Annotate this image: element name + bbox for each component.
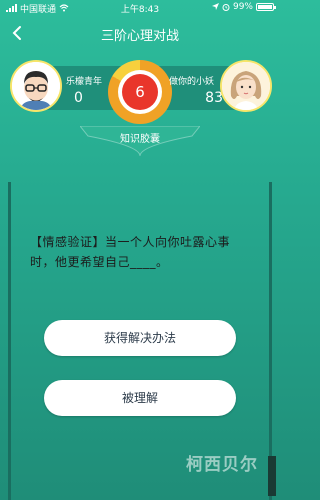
- watermark-text: 柯西贝尔: [186, 455, 258, 475]
- page-title: 三阶心理对战: [100, 29, 179, 44]
- timer-value: 6: [122, 74, 158, 110]
- player-right-name: 做你的小妖: [168, 77, 214, 87]
- avatar-left: [10, 60, 62, 112]
- answer-option-2[interactable]: 被理解: [44, 380, 236, 416]
- answer-option-1[interactable]: 获得解决办法: [44, 320, 236, 356]
- location-icon: [211, 3, 219, 10]
- avatar-right: [220, 60, 272, 112]
- category-label: 知识胶囊: [120, 134, 160, 145]
- battery-icon: [256, 3, 276, 11]
- countdown-timer: 6: [108, 60, 172, 124]
- nav-bar: 三阶心理对战: [0, 22, 280, 44]
- side-decoration: [268, 456, 276, 496]
- male-avatar-icon: [12, 62, 60, 110]
- status-bar: 中国联通 上午8:43 99%: [0, 0, 280, 16]
- question-text: 【情感验证】当一个人向你吐露心事时，他更希望自己____。: [30, 235, 231, 269]
- status-right: 99%: [211, 2, 276, 12]
- female-avatar-icon: [222, 62, 270, 110]
- alarm-icon: [222, 4, 230, 11]
- player-left-score: 0: [74, 90, 83, 106]
- category-banner: 知识胶囊: [80, 126, 200, 158]
- battery-percent: 99%: [232, 2, 253, 12]
- timer-inner: 6: [118, 70, 162, 114]
- player-left-name: 乐檬青年: [66, 77, 103, 87]
